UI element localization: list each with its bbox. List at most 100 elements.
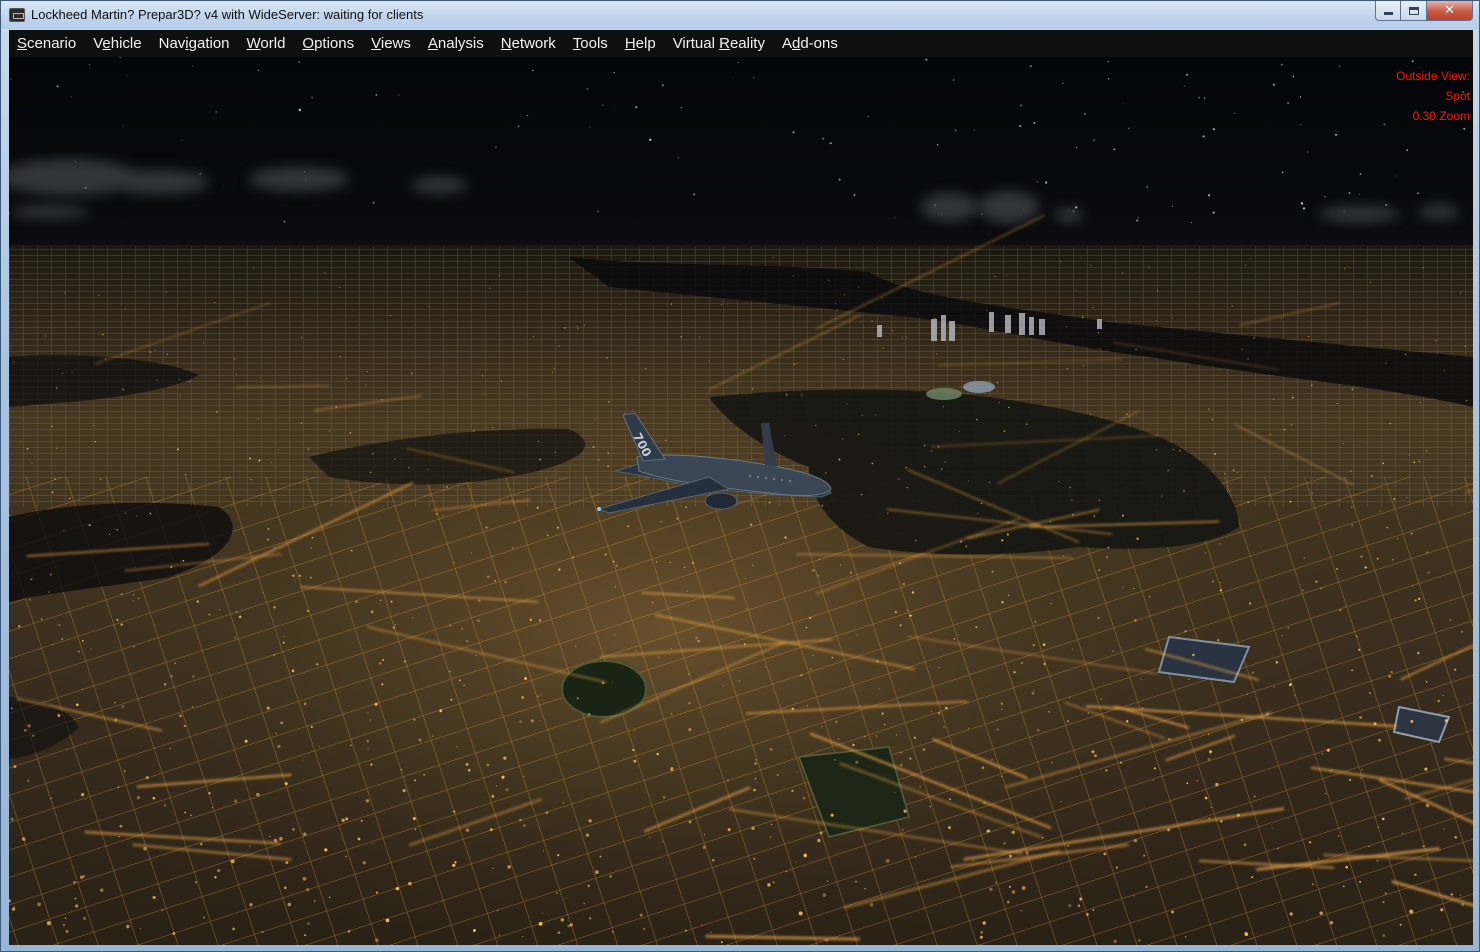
city-light — [699, 336, 701, 338]
city-light — [273, 546, 276, 549]
city-light — [536, 695, 539, 698]
app-icon[interactable] — [9, 8, 25, 22]
city-light — [65, 929, 69, 933]
city-light — [1399, 923, 1402, 926]
city-light — [1036, 729, 1040, 732]
city-light — [1350, 470, 1352, 473]
city-light — [318, 745, 320, 748]
city-light — [670, 647, 672, 650]
city-light — [494, 580, 497, 582]
city-light — [13, 765, 17, 768]
city-light — [370, 471, 372, 474]
menu-vehicle[interactable]: Vehicle — [86, 30, 151, 57]
city-light — [1079, 897, 1083, 901]
city-light — [233, 358, 235, 360]
menu-world[interactable]: World — [240, 30, 296, 57]
menu-add-ons[interactable]: Add-ons — [775, 30, 848, 57]
city-light — [507, 865, 511, 869]
menu-navigation[interactable]: Navigation — [152, 30, 240, 57]
star — [649, 138, 652, 141]
menu-analysis[interactable]: Analysis — [421, 30, 494, 57]
city-light — [656, 752, 659, 756]
city-light — [1077, 904, 1081, 908]
city-light — [249, 845, 251, 847]
city-light — [152, 895, 156, 900]
city-light — [854, 880, 858, 884]
menu-virtual-reality[interactable]: Virtual Reality — [666, 30, 775, 57]
simulator-viewport[interactable]: 700 Outside View: Spot 0.30 Zoom — [9, 57, 1473, 945]
city-light — [1440, 908, 1444, 912]
minimize-icon — [1383, 12, 1393, 15]
city-light — [371, 843, 373, 845]
close-button[interactable]: ✕ — [1427, 1, 1473, 21]
title-bar[interactable]: Lockheed Martin? Prepar3D? v4 with WideS… — [1, 1, 1479, 29]
city-light — [400, 768, 403, 771]
minimize-button[interactable] — [1375, 1, 1401, 21]
menu-options[interactable]: Options — [295, 30, 364, 57]
city-light — [764, 666, 767, 668]
city-light — [894, 791, 896, 793]
city-light — [1271, 827, 1274, 829]
city-light — [901, 337, 903, 339]
city-light — [721, 304, 723, 306]
city-light — [11, 907, 16, 911]
city-light — [1048, 710, 1051, 713]
city-light — [1283, 428, 1286, 431]
city-light — [911, 380, 913, 382]
city-light — [390, 600, 393, 603]
city-light — [268, 835, 271, 838]
city-light — [836, 309, 838, 311]
star — [830, 142, 833, 145]
city-light — [743, 643, 746, 646]
city-light — [960, 540, 963, 543]
star — [1137, 217, 1140, 219]
city-light — [259, 377, 261, 379]
city-light — [285, 861, 289, 865]
city-light — [283, 635, 285, 637]
city-light — [412, 816, 416, 821]
star — [952, 79, 955, 81]
city-light — [1167, 737, 1171, 741]
menu-tools[interactable]: Tools — [566, 30, 618, 57]
star — [1292, 76, 1295, 78]
city-light — [184, 473, 187, 476]
city-light — [692, 562, 694, 564]
city-light — [1410, 532, 1413, 535]
city-light — [785, 870, 788, 873]
city-light — [453, 561, 455, 564]
city-light — [842, 358, 844, 360]
city-light — [1449, 619, 1452, 621]
maximize-button[interactable] — [1401, 1, 1427, 21]
city-light — [94, 440, 96, 443]
menu-scenario[interactable]: Scenario — [10, 30, 86, 57]
star — [737, 62, 739, 64]
star — [1411, 60, 1414, 63]
menu-help[interactable]: Help — [618, 30, 666, 57]
city-light — [452, 863, 456, 868]
city-light — [566, 897, 568, 899]
city-light — [922, 748, 926, 751]
city-light — [182, 560, 185, 562]
maximize-icon — [1408, 6, 1419, 15]
city-light — [32, 734, 35, 737]
city-light — [402, 789, 406, 793]
city-light — [26, 448, 29, 450]
star — [258, 69, 260, 71]
city-light — [486, 763, 490, 767]
city-light — [177, 361, 179, 363]
city-light — [411, 372, 413, 375]
city-light — [77, 650, 80, 653]
city-light — [464, 259, 466, 261]
city-light — [588, 819, 592, 823]
city-light — [557, 931, 561, 935]
city-light — [1128, 415, 1131, 417]
menu-views[interactable]: Views — [364, 30, 421, 57]
menu-network[interactable]: Network — [494, 30, 566, 57]
city-light — [945, 706, 948, 710]
city-light — [1060, 260, 1062, 262]
city-light — [1414, 599, 1417, 602]
city-light — [310, 725, 313, 729]
city-light — [822, 893, 827, 897]
city-light — [473, 430, 475, 432]
star — [867, 115, 869, 118]
